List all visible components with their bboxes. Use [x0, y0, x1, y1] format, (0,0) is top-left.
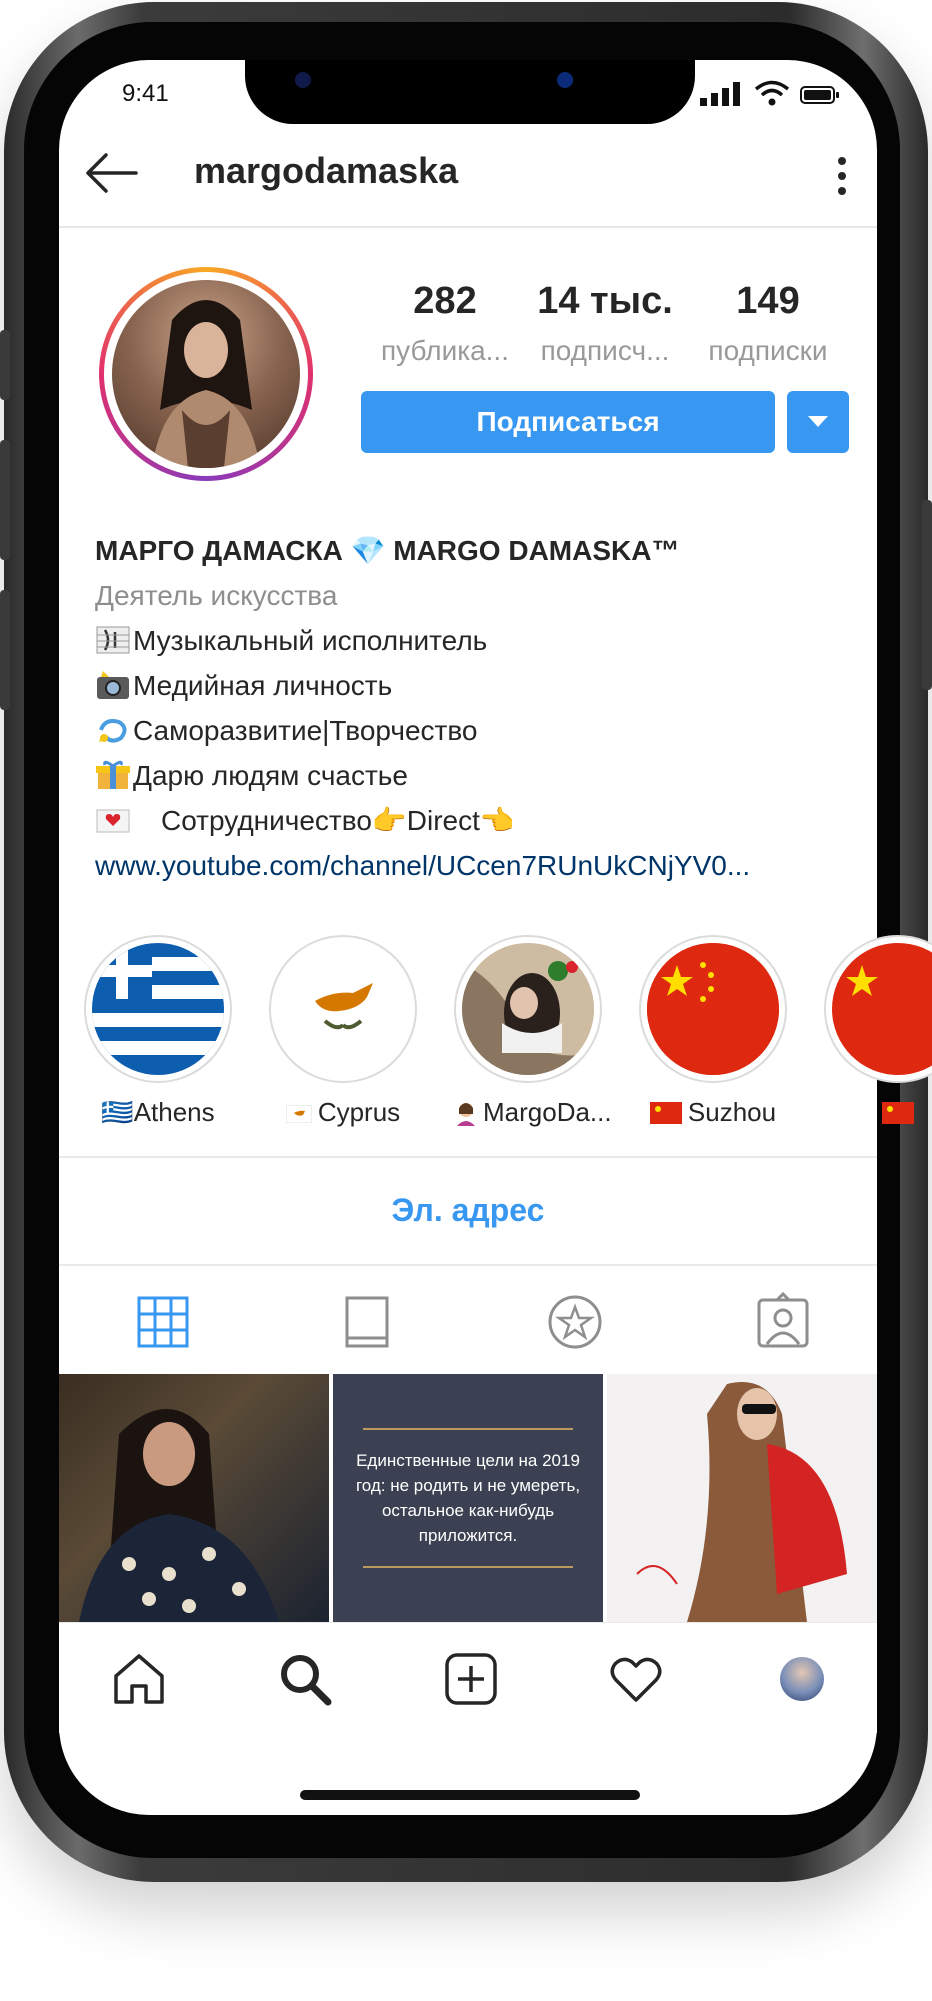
stat-posts-label: публика... [380, 335, 509, 366]
post-image [636, 1382, 847, 1622]
highlight-cyprus[interactable]: Cyprus [268, 935, 418, 1128]
email-contact-button[interactable]: Эл. адрес [59, 1160, 877, 1260]
more-vertical-icon[interactable] [836, 156, 848, 196]
stat-followers-label: подписч... [540, 335, 670, 366]
camera-icon [557, 72, 573, 88]
profile-bio: МАРГО ДАМАСКА 💎 MARGO DAMASKA™ Деятель и… [95, 528, 855, 888]
bio-line-text: Музыкальный исполнитель [133, 625, 488, 656]
highlight-label: Cyprus [317, 1097, 401, 1127]
notch [245, 60, 695, 124]
china-flag-icon [846, 965, 878, 996]
heart-icon[interactable] [607, 1650, 665, 1708]
highlight-label: Suzhou [687, 1097, 777, 1127]
profile-avatar [112, 280, 300, 468]
search-icon[interactable] [276, 1650, 334, 1708]
story-highlights: 🇬🇷Athens Cyprus MargoDa... Suzhou [59, 935, 932, 1135]
highlight-margoda[interactable]: MargoDa... [453, 935, 612, 1128]
side-button [0, 440, 10, 560]
posts-grid: Единственные цели на 2019 год: не родить… [59, 1374, 877, 1622]
post-thumbnail[interactable] [59, 1374, 329, 1622]
bio-full-name: МАРГО ДАМАСКА 💎 MARGO DAMASKA™ [95, 535, 680, 566]
music-notes-icon [96, 626, 130, 654]
camera-flash-icon [97, 671, 129, 699]
camera-icon [295, 72, 311, 88]
home-icon[interactable] [110, 1650, 168, 1708]
bio-line: Дарю людям счастье [95, 753, 855, 798]
stat-followers-value: 14 тыс. [537, 280, 673, 322]
profile-username: margodamaska [194, 150, 459, 191]
wifi-icon [754, 80, 790, 106]
stat-following[interactable]: 149 подписки [683, 280, 853, 367]
profile-tabs [59, 1268, 877, 1372]
china-flag-icon [647, 943, 779, 1075]
status-icons [700, 80, 840, 106]
chevron-down-icon [808, 416, 828, 427]
highlight-suzhou[interactable]: Suzhou [638, 935, 788, 1128]
star-icon[interactable] [545, 1292, 605, 1352]
profile-header [59, 130, 877, 228]
stat-following-value: 149 [736, 280, 800, 322]
bio-line: Медийная личность [95, 663, 855, 708]
stat-followers[interactable]: 14 тыс. подписч... [520, 280, 690, 367]
cyprus-flag-icon [315, 983, 373, 1030]
woman-raising-hand-icon [457, 1103, 475, 1126]
follow-button[interactable]: Подписаться [361, 391, 775, 453]
divider [59, 1264, 877, 1266]
cyprus-flag-icon [285, 1104, 313, 1124]
bio-line-text: Сотрудничество👉Direct👈 [161, 805, 515, 836]
love-letter-icon [96, 809, 130, 833]
bio-line-text: Саморазвитие|Творчество [133, 715, 478, 746]
bio-line-text: Дарю людям счастье [133, 760, 408, 791]
tagged-user-icon[interactable] [753, 1292, 813, 1352]
decorative-divider [363, 1428, 573, 1430]
side-button [0, 590, 10, 710]
battery-icon [800, 86, 839, 104]
profile-avatar-story-ring[interactable] [99, 267, 313, 481]
highlight-partial[interactable] [823, 935, 932, 1128]
bio-line: Сотрудничество👉Direct👈 [95, 798, 855, 843]
feed-icon[interactable] [337, 1292, 397, 1352]
add-post-icon[interactable] [442, 1650, 500, 1708]
bio-line: Саморазвитие|Творчество [95, 708, 855, 753]
bio-line: Музыкальный исполнитель [95, 618, 855, 663]
highlight-label: 🇬🇷Athens [101, 1097, 215, 1127]
profile-avatar[interactable] [780, 1657, 824, 1701]
china-flag-icon [882, 1102, 914, 1124]
decorative-divider [363, 1566, 573, 1568]
home-indicator [300, 1790, 640, 1800]
grid-icon[interactable] [133, 1292, 193, 1352]
side-button [922, 500, 932, 690]
status-time: 9:41 [122, 80, 169, 107]
signal-icon [700, 82, 740, 106]
stat-posts[interactable]: 282 публика... [360, 280, 530, 367]
highlight-athens[interactable]: 🇬🇷Athens [83, 935, 233, 1128]
stat-posts-value: 282 [413, 280, 477, 322]
bio-category: Деятель искусства [95, 580, 338, 611]
stat-following-label: подписки [708, 335, 828, 366]
bio-line-text: Медийная личность [133, 670, 393, 701]
back-arrow-icon[interactable] [82, 148, 142, 198]
highlight-cover-image [462, 943, 594, 1075]
bio-website-link[interactable]: www.youtube.com/channel/UCcen7RUnUkCNjYV… [95, 843, 855, 888]
china-flag-icon [649, 1102, 682, 1124]
post-thumbnail[interactable]: Единственные цели на 2019 год: не родить… [333, 1374, 603, 1622]
post-thumbnail[interactable] [607, 1374, 877, 1622]
highlight-label: MargoDa... [483, 1097, 612, 1127]
gift-icon [96, 760, 130, 789]
side-button [0, 330, 10, 400]
dizzy-icon [99, 719, 127, 743]
suggestions-dropdown-button[interactable] [787, 391, 849, 453]
divider [59, 1156, 877, 1158]
post-quote-text: Единственные цели на 2019 год: не родить… [355, 1451, 581, 1545]
post-image [79, 1409, 279, 1622]
greece-flag-icon [92, 943, 224, 1075]
